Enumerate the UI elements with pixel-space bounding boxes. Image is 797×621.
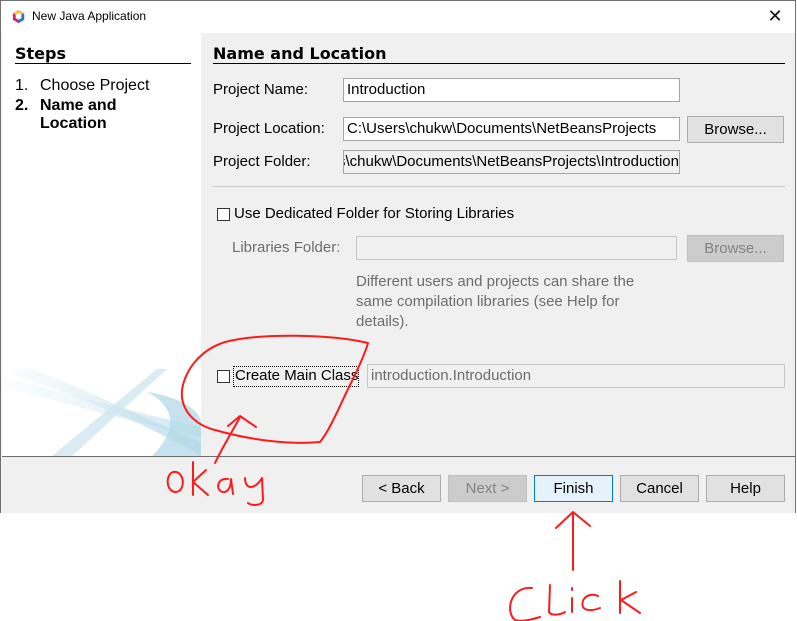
project-folder-label: Project Folder: [213,153,311,170]
main-class-input: introduction.Introduction [367,364,785,388]
project-location-label: Project Location: [213,120,325,137]
libraries-folder-input [356,236,677,260]
close-icon: ✕ [767,6,783,27]
page-title: Name and Location [213,44,387,63]
libraries-folder-label: Libraries Folder: [232,239,341,256]
footer-divider [2,456,796,457]
help-button[interactable]: Help [706,475,785,502]
next-button: Next > [448,475,527,502]
project-folder-field: C:\Users\chukw\Documents\NetBeansProject… [343,150,680,174]
dedicated-folder-checkbox[interactable] [217,208,230,221]
click-handwritten-text [509,580,641,621]
project-name-label: Project Name: [213,81,309,98]
title-divider [213,63,785,64]
new-java-application-dialog: New Java Application ✕ Steps 1. Choose Pr… [0,0,796,513]
create-main-class-label[interactable]: Create Main Class [235,367,358,384]
window-title: New Java Application [32,9,147,23]
project-name-input[interactable]: Introduction [343,78,680,102]
finish-button[interactable]: Finish [534,475,613,502]
project-location-browse-button[interactable]: Browse... [687,116,784,143]
netbeans-wave-decoration [2,369,201,456]
steps-divider [15,63,191,64]
section-divider [213,186,785,187]
step-name-and-location: 2. Name and Location [15,97,117,132]
title-bar: New Java Application ✕ [1,0,795,33]
step-choose-project: 1. Choose Project [15,77,150,94]
libraries-browse-button: Browse... [687,235,784,262]
steps-title: Steps [15,44,66,63]
create-main-class-checkbox[interactable] [217,370,230,383]
back-button[interactable]: < Back [362,475,441,502]
dedicated-folder-label[interactable]: Use Dedicated Folder for Storing Librari… [234,205,514,222]
project-location-input[interactable]: C:\Users\chukw\Documents\NetBeansProject… [343,117,680,141]
close-button[interactable]: ✕ [761,5,789,29]
click-arrow [555,511,591,571]
steps-sidebar: Steps 1. Choose Project 2. Name and Locati… [2,32,201,456]
libraries-help-text: Different users and projects can share t… [356,273,635,330]
netbeans-cube-icon [12,9,25,24]
cancel-button[interactable]: Cancel [620,475,699,502]
